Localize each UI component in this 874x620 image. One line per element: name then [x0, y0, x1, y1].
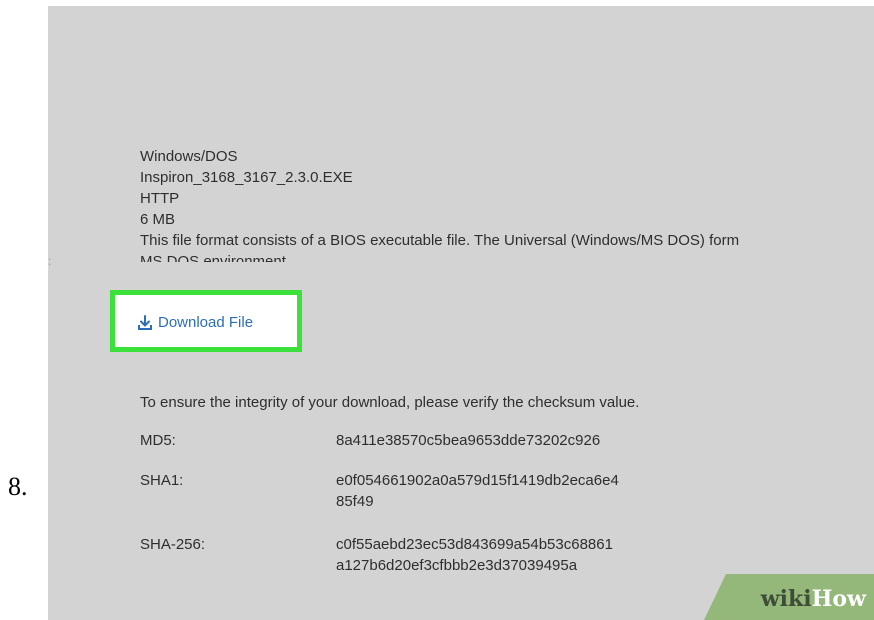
download-file-label: Download File: [158, 314, 254, 331]
wikihow-logo: wikiHow: [761, 586, 866, 612]
file-info: Windows/DOS Inspiron_3168_3167_2.3.0.EXE…: [140, 146, 874, 262]
sha256-value-line2: a127b6d20ef3cfbbb2e3d37039495a: [336, 557, 578, 574]
wikihow-watermark: wikiHow: [704, 574, 874, 620]
wikihow-logo-how: How: [811, 586, 866, 612]
file-description-line2: MS DOS environment.: [140, 253, 291, 262]
file-description-line1: This file format consists of a BIOS exec…: [140, 232, 740, 249]
download-file-link[interactable]: Download File: [137, 314, 253, 331]
step-number: 8.: [8, 472, 28, 501]
file-name: Inspiron_3168_3167_2.3.0.EXE: [140, 169, 353, 186]
sha1-value: e0f054661902a0a579d15f1419db2eca6e4 85f4…: [336, 470, 619, 512]
md5-label: MD5:: [140, 432, 176, 449]
checksum-intro: To ensure the integrity of your download…: [140, 394, 640, 411]
wikihow-logo-wiki: wiki: [760, 586, 812, 612]
sha1-value-line1: e0f054661902a0a579d15f1419db2eca6e4: [336, 472, 619, 489]
file-platform: Windows/DOS: [140, 148, 238, 165]
screenshot-panel: : Windows/DOS Inspiron_3168_3167_2.3.0.E…: [48, 6, 874, 620]
sha1-label: SHA1:: [140, 472, 184, 489]
download-icon: [137, 314, 153, 331]
md5-value-text: 8a411e38570c5bea9653dde73202c926: [336, 432, 601, 449]
file-protocol: HTTP: [140, 190, 180, 207]
panel-edge-mark: :: [48, 254, 52, 268]
sha256-value-line1: c0f55aebd23ec53d843699a54b53c68861: [336, 536, 613, 553]
sha256-label: SHA-256:: [140, 536, 206, 553]
sha256-value: c0f55aebd23ec53d843699a54b53c68861 a127b…: [336, 534, 613, 576]
md5-value: 8a411e38570c5bea9653dde73202c926: [336, 430, 600, 451]
sha1-value-line2: 85f49: [336, 493, 374, 510]
file-size: 6 MB: [140, 211, 176, 228]
download-highlight-box: Download File: [110, 290, 302, 352]
